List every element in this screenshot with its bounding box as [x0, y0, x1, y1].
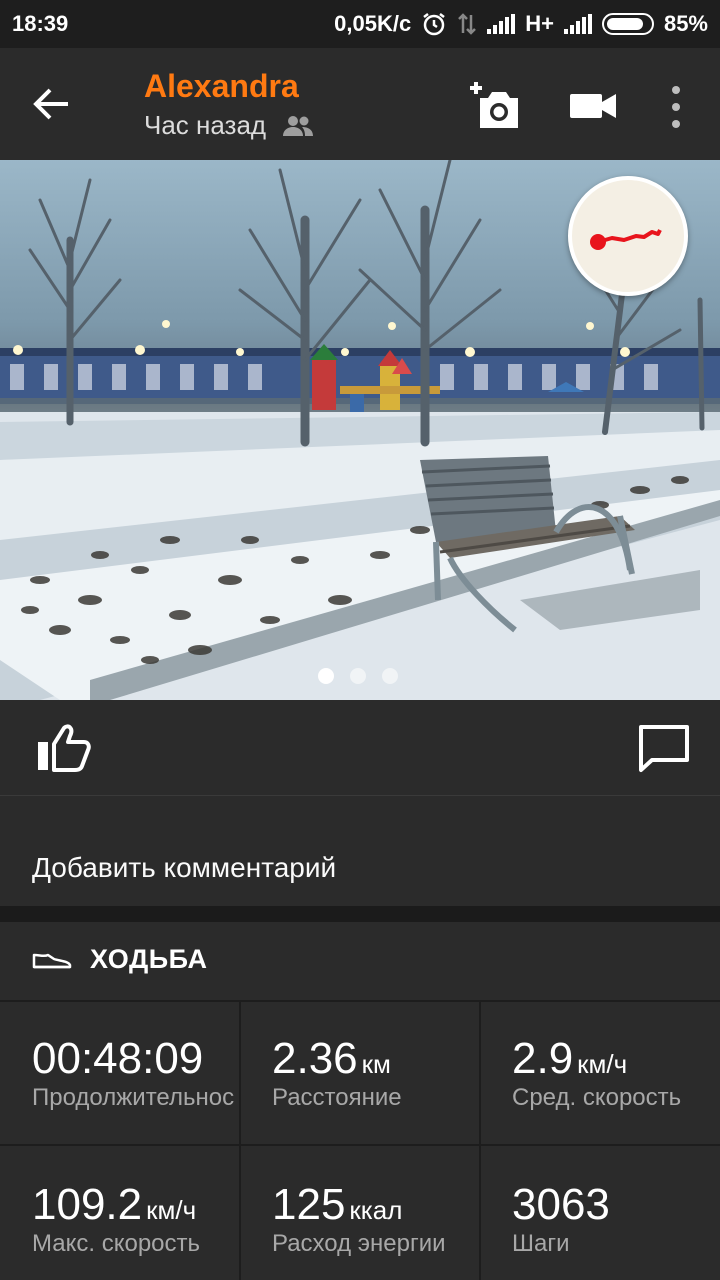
stat-value: 00:48:09	[32, 1034, 204, 1083]
stat-distance: 2.36 км Расстояние	[240, 1000, 480, 1146]
stat-unit: км	[361, 1049, 391, 1079]
stat-avg-speed: 2.9 км/ч Сред. скорость	[480, 1000, 720, 1146]
stat-label: Расстояние	[272, 1084, 402, 1111]
signal-2-icon	[563, 14, 592, 34]
stat-label: Шаги	[512, 1230, 570, 1257]
user-name[interactable]: Alexandra	[144, 68, 299, 105]
stat-duration: 00:48:09 Продолжительнос	[0, 1000, 240, 1146]
shoe-icon	[32, 953, 72, 968]
carousel-indicator	[318, 668, 398, 684]
network-speed: 0,05K/c	[334, 11, 412, 36]
stat-steps: 3063 Шаги	[480, 1146, 720, 1280]
more-vert-icon	[672, 86, 680, 94]
stat-unit: км/ч	[577, 1049, 628, 1079]
add-photo-icon	[470, 82, 518, 128]
status-time: 18:39	[12, 11, 69, 36]
signal-icon	[487, 14, 516, 34]
carousel-dot[interactable]	[318, 668, 334, 684]
stat-value: 109.2	[32, 1180, 143, 1229]
video-button[interactable]	[566, 84, 622, 128]
stat-value: 3063	[512, 1180, 610, 1229]
stat-label: Макс. скорость	[32, 1230, 201, 1257]
actions-bar	[0, 700, 720, 796]
post-time: Час назад	[144, 110, 314, 141]
stat-label: Расход энергии	[272, 1230, 446, 1257]
stat-max-speed: 109.2 км/ч Макс. скорость	[0, 1146, 240, 1280]
route-line	[590, 229, 662, 250]
back-button[interactable]	[24, 76, 80, 132]
section-divider	[0, 906, 720, 922]
comment-section: Добавить комментарий	[0, 796, 720, 906]
add-comment-input[interactable]: Добавить комментарий	[32, 852, 336, 884]
thumb-up-icon	[38, 724, 91, 772]
people-icon	[283, 115, 314, 136]
battery-icon	[601, 13, 654, 35]
network-type: H+	[525, 11, 554, 36]
comment-button[interactable]	[636, 722, 692, 774]
stat-value: 125	[272, 1180, 346, 1229]
back-arrow-icon	[33, 88, 68, 120]
activity-type: ХОДЬБА	[32, 944, 207, 975]
comment-icon	[639, 725, 689, 772]
route-map-thumbnail[interactable]	[568, 176, 688, 296]
workout-stats: ХОДЬБА 00:48:09 Продолжительнос 2.36 км Р…	[0, 922, 720, 1280]
stat-label: Продолжительнос	[32, 1084, 235, 1111]
more-options-button[interactable]	[660, 82, 692, 132]
stat-value: 2.9	[512, 1034, 574, 1083]
like-button[interactable]	[34, 722, 92, 774]
status-bar: 18:39 0,05K/c H+ 85%	[0, 0, 720, 48]
carousel-dot[interactable]	[350, 668, 366, 684]
stat-label: Сред. скорость	[512, 1084, 682, 1111]
video-camera-icon	[570, 94, 616, 118]
data-transfer-icon	[458, 13, 477, 35]
carousel-dot[interactable]	[382, 668, 398, 684]
time-ago-label: Час назад	[144, 110, 267, 140]
add-photo-button[interactable]	[466, 78, 526, 134]
activity-type-label: ХОДЬБА	[90, 944, 208, 974]
alarm-icon	[423, 13, 445, 36]
stat-calories: 125 ккал Расход энергии	[240, 1146, 480, 1280]
stat-unit: ккал	[349, 1195, 403, 1225]
stat-value: 2.36	[272, 1034, 358, 1083]
battery-level: 85%	[663, 11, 708, 36]
app-bar: Alexandra Час назад	[0, 48, 720, 160]
stat-unit: км/ч	[146, 1195, 197, 1225]
